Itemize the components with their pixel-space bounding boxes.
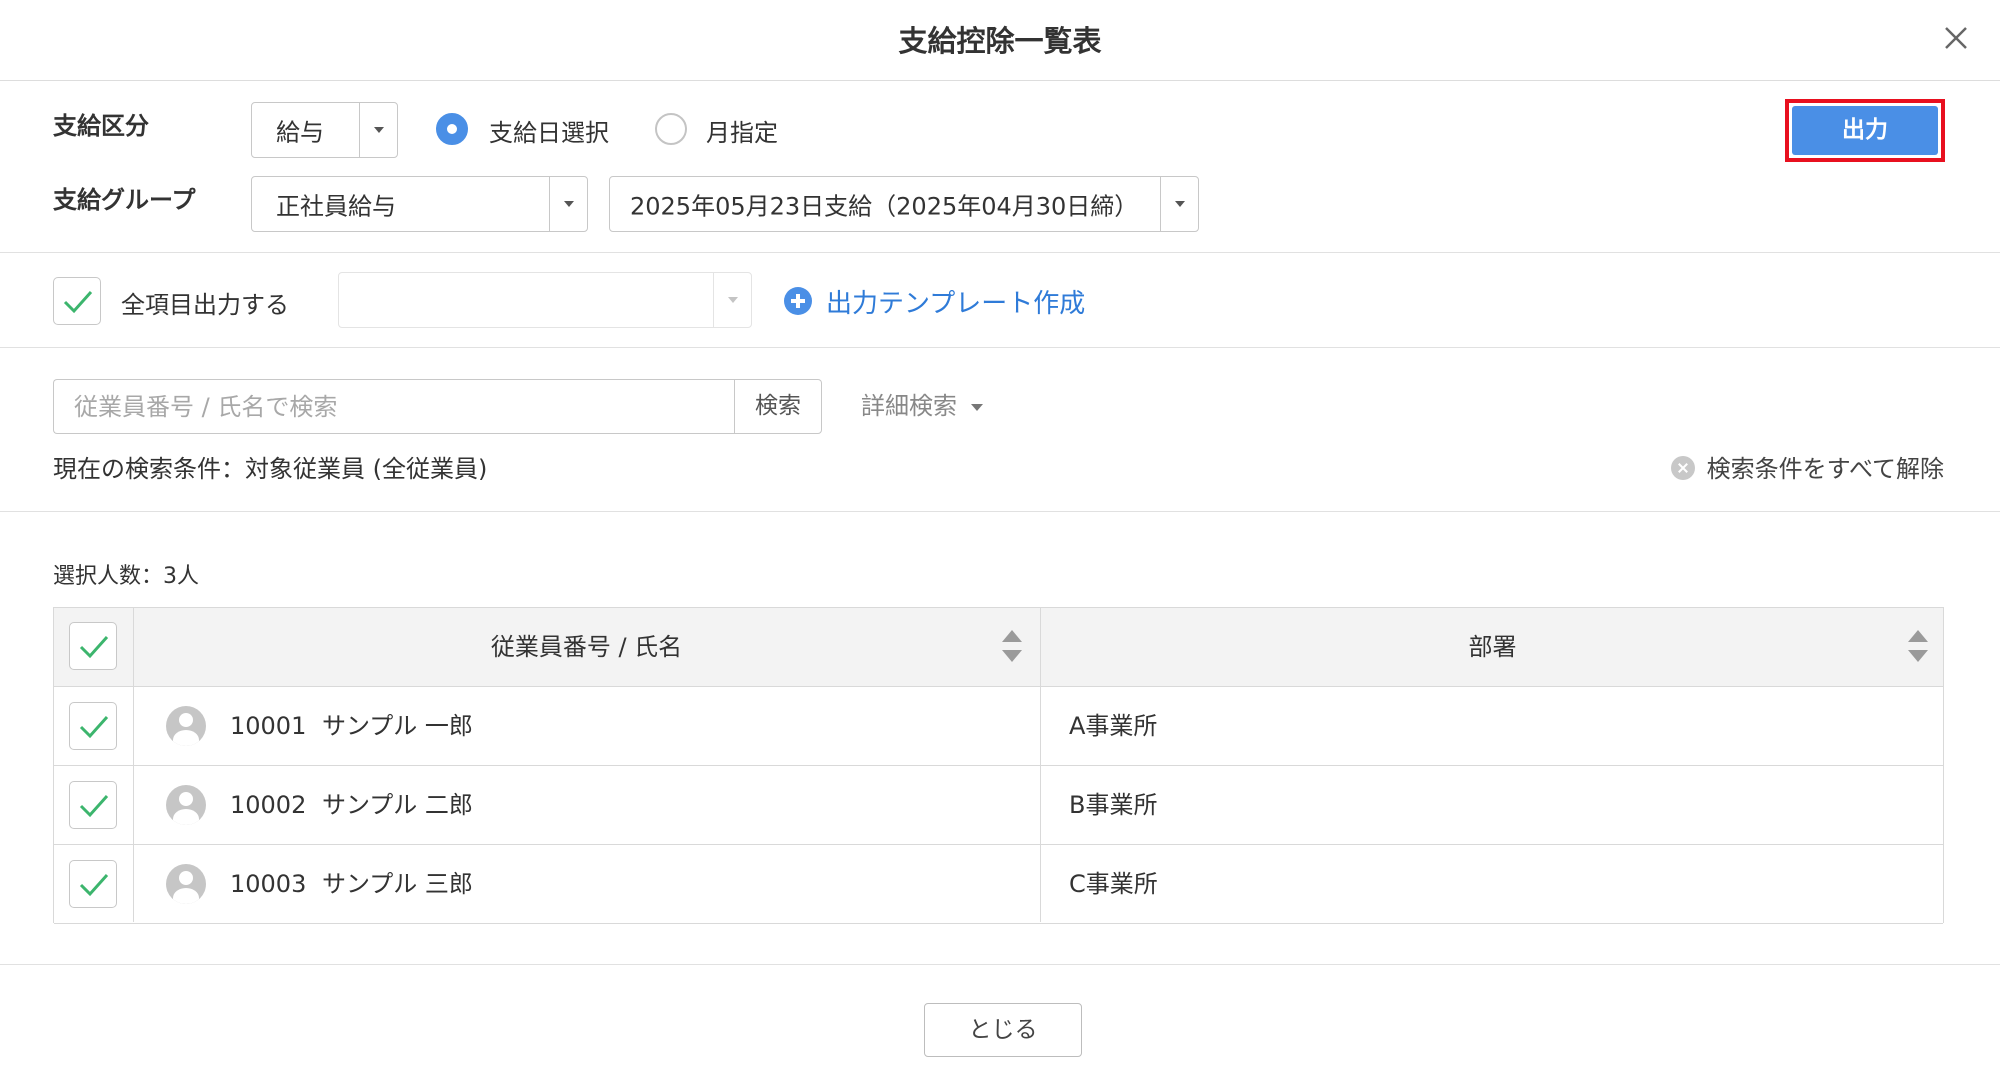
pay-type-value: 給与: [276, 118, 324, 147]
department: B事業所: [1069, 791, 1158, 819]
selected-count: 選択人数：3人: [53, 564, 199, 589]
check-icon: [79, 794, 109, 818]
check-icon: [79, 715, 109, 739]
radio-pay-date[interactable]: [436, 113, 468, 145]
detail-search-label: 詳細検索: [861, 392, 957, 420]
column-divider: [133, 608, 134, 922]
employee-number: 10002: [230, 791, 307, 819]
pay-type-dropdown-toggle[interactable]: [359, 103, 397, 157]
select-all-checkbox[interactable]: [69, 622, 117, 670]
plus-circle-icon[interactable]: [784, 287, 812, 315]
template-select[interactable]: [338, 272, 752, 328]
pay-type-label: 支給区分: [53, 112, 149, 140]
avatar-icon: [166, 864, 206, 904]
chevron-down-icon: [727, 297, 738, 303]
search-button[interactable]: 検索: [734, 379, 822, 434]
clear-all-label: 検索条件をすべて解除: [1706, 455, 1944, 483]
column-divider: [1040, 608, 1041, 922]
caret-down-icon: [971, 403, 983, 411]
all-items-checkbox[interactable]: [53, 277, 101, 325]
employee-name: サンプル 一郎: [322, 712, 473, 740]
check-icon: [79, 873, 109, 897]
department: C事業所: [1069, 870, 1158, 898]
current-search-condition: 現在の検索条件：対象従業員 (全従業員): [53, 455, 488, 483]
radio-month[interactable]: [655, 113, 687, 145]
detail-search-toggle[interactable]: 詳細検索: [861, 386, 983, 421]
table-row[interactable]: 10003 サンプル 三郎 C事業所: [54, 845, 1943, 924]
sort-icon[interactable]: [1907, 628, 1929, 666]
divider: [0, 964, 2000, 965]
pay-date-dropdown-toggle[interactable]: [1160, 177, 1198, 231]
clear-circle-icon: [1670, 456, 1695, 480]
clear-all-conditions[interactable]: 検索条件をすべて解除: [1670, 449, 1944, 484]
radio-pay-date-label: 支給日選択: [489, 119, 609, 147]
pay-type-select[interactable]: 給与: [251, 102, 398, 158]
column-header-employee[interactable]: 従業員番号 / 氏名: [133, 608, 1040, 687]
pay-group-select[interactable]: 正社員給与: [251, 176, 588, 232]
chevron-down-icon: [373, 127, 384, 133]
search-input[interactable]: [53, 379, 735, 434]
all-items-label: 全項目出力する: [121, 291, 289, 319]
output-button-highlight: 出力: [1785, 99, 1945, 162]
pay-group-label: 支給グループ: [53, 186, 196, 214]
employee-number: 10001: [230, 712, 307, 740]
column-header-department[interactable]: 部署: [1040, 608, 1945, 687]
dialog-title: 支給控除一覧表: [898, 24, 1102, 58]
employee-table: 従業員番号 / 氏名 部署 10001 サンプル 一郎 A事業所 10002 サ…: [53, 607, 1944, 924]
pay-date-select[interactable]: 2025年05月23日支給（2025年04月30日締）: [609, 176, 1199, 232]
pay-date-value: 2025年05月23日支給（2025年04月30日締）: [630, 192, 1139, 221]
table-header: 従業員番号 / 氏名 部署: [54, 608, 1943, 687]
chevron-down-icon: [563, 201, 574, 207]
close-icon: [1945, 27, 1967, 49]
divider: [0, 347, 2000, 348]
divider: [0, 511, 2000, 512]
avatar-icon: [166, 785, 206, 825]
table-row[interactable]: 10002 サンプル 二郎 B事業所: [54, 766, 1943, 845]
output-button[interactable]: 出力: [1792, 106, 1938, 155]
close-dialog-button[interactable]: とじる: [924, 1003, 1082, 1057]
employee-name: サンプル 二郎: [322, 791, 473, 819]
chevron-down-icon: [1174, 201, 1185, 207]
check-icon: [79, 635, 109, 659]
sort-icon[interactable]: [1001, 628, 1023, 666]
dialog-header: 支給控除一覧表: [0, 0, 2000, 81]
table-row[interactable]: 10001 サンプル 一郎 A事業所: [54, 687, 1943, 766]
employee-number: 10003: [230, 870, 307, 898]
check-icon: [63, 290, 93, 314]
create-template-link[interactable]: 出力テンプレート作成: [826, 283, 1085, 320]
pay-group-value: 正社員給与: [276, 192, 396, 221]
avatar-icon: [166, 706, 206, 746]
row-checkbox[interactable]: [69, 860, 117, 908]
close-button[interactable]: [1936, 18, 1976, 58]
template-dropdown-toggle[interactable]: [713, 273, 751, 327]
row-checkbox[interactable]: [69, 781, 117, 829]
divider: [0, 252, 2000, 253]
employee-name: サンプル 三郎: [322, 870, 473, 898]
radio-month-label: 月指定: [706, 119, 778, 147]
department: A事業所: [1069, 712, 1158, 740]
pay-group-dropdown-toggle[interactable]: [549, 177, 587, 231]
row-checkbox[interactable]: [69, 702, 117, 750]
